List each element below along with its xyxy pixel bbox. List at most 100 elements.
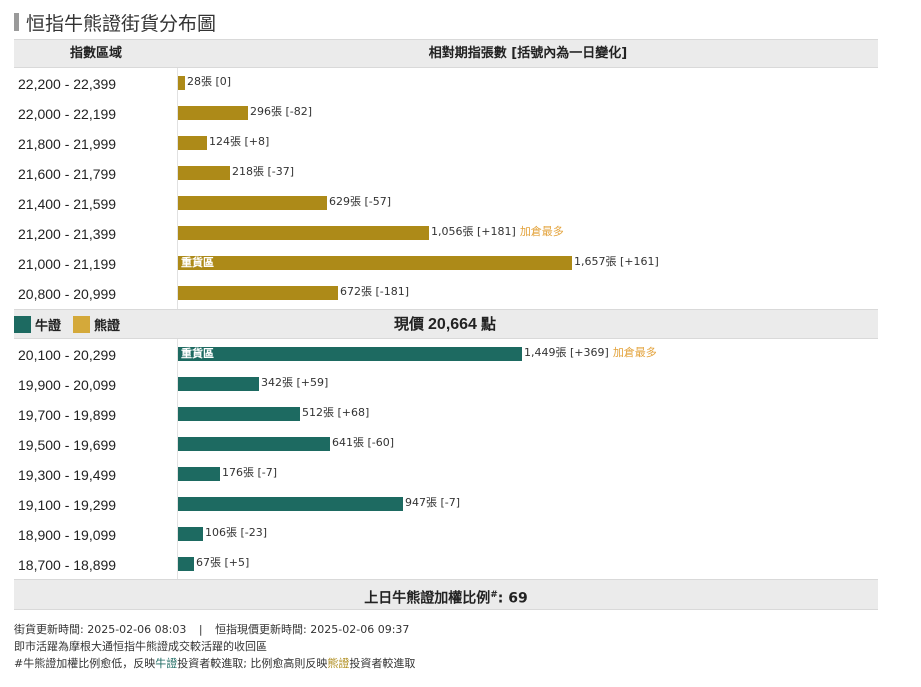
value-unit: 張 [555, 346, 567, 359]
value-change: -181 [379, 285, 405, 298]
heavy-zone-label: 重貨區 [181, 347, 214, 360]
bear-range-label: 22,200 - 22,399 [18, 76, 117, 92]
footer: 街貨更新時間: 2025-02-06 08:03 | 恒指現價更新時間: 202… [14, 621, 415, 672]
bull-value-label: 641張 [-60] [332, 436, 395, 449]
chart-title: 恒指牛熊證街貨分布圖 [14, 10, 216, 35]
bear-bar [178, 136, 207, 150]
legend-bear-label: 熊證 [94, 319, 121, 334]
bull-row: 18,900 - 19,099 106張 [-23] [14, 519, 878, 549]
bull-bar [178, 467, 220, 481]
bull-row: 19,100 - 19,299 947張 [-7] [14, 489, 878, 519]
value-change: 0 [219, 75, 227, 88]
bull-range-label: 18,900 - 19,099 [18, 527, 117, 543]
value-number: 342 [261, 376, 282, 389]
bear-range-label: 21,200 - 21,399 [18, 226, 117, 242]
separator: | [198, 623, 203, 636]
value-unit: 張 [230, 135, 241, 148]
note-active-zone: 即市活躍為摩根大通恒指牛熊證成交較活躍的收回區 [14, 640, 267, 653]
legend-bear-swatch [73, 316, 91, 333]
value-change: +5 [228, 556, 246, 569]
value-number: 176 [222, 466, 243, 479]
value-unit: 張 [243, 466, 254, 479]
bull-bar [178, 347, 522, 361]
value-number: 28 [187, 75, 201, 88]
heavy-zone-label: 重貨區 [181, 256, 214, 269]
bull-row: 19,900 - 20,099 342張 [+59] [14, 369, 878, 399]
bear-range-label: 21,000 - 21,199 [18, 256, 117, 272]
update-times: 街貨更新時間: 2025-02-06 08:03 | 恒指現價更新時間: 202… [14, 621, 415, 638]
note-ratio: #牛熊證加權比例愈低，反映牛證投資者較進取; 比例愈高則反映熊證投資者較進取 [14, 655, 415, 672]
price-value: 20,664 [428, 316, 477, 333]
bull-bar [178, 557, 194, 571]
most-added-note: 加倉最多 [519, 225, 564, 238]
value-change: +369 [574, 346, 605, 359]
value-change: +161 [624, 255, 655, 268]
ratio-mark: # [490, 590, 498, 600]
legend: 牛證 熊證 [14, 315, 120, 334]
note-ratio-bear: 熊證 [327, 657, 350, 670]
value-change: -7 [261, 466, 273, 479]
bull-value-label: 106張 [-23] [205, 526, 268, 539]
value-number: 296 [250, 105, 271, 118]
bull-row: 19,700 - 19,899 512張 [+68] [14, 399, 878, 429]
value-number: 1,056 [431, 225, 463, 238]
title-marker [14, 13, 19, 31]
bull-row: 18,700 - 18,899 67張 [+5] [14, 549, 878, 579]
bear-row: 21,000 - 21,199 重貨區 1,657張 [+161] [14, 248, 878, 278]
value-change: -57 [368, 195, 387, 208]
bear-row: 22,200 - 22,399 28張 [0] [14, 68, 878, 98]
value-unit: 張 [350, 195, 361, 208]
weighted-ratio: 上日牛熊證加權比例#: 69 [14, 579, 878, 610]
table-header: 指數區域 相對期指張數 [括號內為一日變化] [14, 39, 878, 68]
bear-bar [178, 106, 248, 120]
price-bar: 牛證 熊證 現價 20,664 點 [14, 309, 878, 339]
bull-range-label: 19,300 - 19,499 [18, 467, 117, 483]
bear-value-label: 1,657張 [+161] [574, 255, 659, 268]
ratio-value: 69 [508, 590, 528, 607]
bear-row: 21,400 - 21,599 629張 [-57] [14, 188, 878, 218]
value-unit: 張 [201, 75, 212, 88]
street-update-label: 街貨更新時間: [14, 623, 84, 636]
value-number: 629 [329, 195, 350, 208]
value-number: 67 [196, 556, 210, 569]
value-number: 1,657 [574, 255, 606, 268]
value-unit: 張 [253, 165, 264, 178]
value-number: 672 [340, 285, 361, 298]
bear-bar [178, 76, 185, 90]
bull-row: 19,300 - 19,499 176張 [-7] [14, 459, 878, 489]
bull-value-label: 947張 [-7] [405, 496, 461, 509]
note-ratio-a: #牛熊證加權比例愈低，反映 [14, 657, 156, 670]
bull-bar [178, 377, 259, 391]
most-added-note: 加倉最多 [612, 346, 657, 359]
value-number: 947 [405, 496, 426, 509]
value-change: +68 [341, 406, 366, 419]
bear-value-label: 672張 [-181] [340, 285, 410, 298]
bull-bar [178, 407, 300, 421]
bull-range-label: 19,100 - 19,299 [18, 497, 117, 513]
bull-value-label: 67張 [+5] [196, 556, 250, 569]
legend-bull-swatch [14, 316, 31, 333]
bull-range-label: 19,700 - 19,899 [18, 407, 117, 423]
value-number: 512 [302, 406, 323, 419]
note-ratio-c: 投資者較進取 [349, 657, 416, 670]
index-update-label: 恒指現價更新時間: [215, 623, 307, 636]
header-index-range: 指數區域 [69, 46, 122, 61]
price-label: 現價 [394, 315, 425, 333]
value-change: -23 [244, 526, 263, 539]
bear-row: 22,000 - 22,199 296張 [-82] [14, 98, 878, 128]
value-unit: 張 [282, 376, 293, 389]
value-change: -7 [444, 496, 456, 509]
value-unit: 張 [323, 406, 334, 419]
bull-bar [178, 437, 330, 451]
value-change: -60 [371, 436, 390, 449]
bear-range-label: 21,600 - 21,799 [18, 166, 117, 182]
bear-value-label: 218張 [-37] [232, 165, 295, 178]
bull-range-label: 18,700 - 18,899 [18, 557, 117, 573]
value-change: -82 [289, 105, 308, 118]
bear-row: 21,800 - 21,999 124張 [+8] [14, 128, 878, 158]
bear-bar [178, 256, 572, 270]
value-unit: 張 [353, 436, 364, 449]
bull-row: 19,500 - 19,699 641張 [-60] [14, 429, 878, 459]
bull-rows: 20,100 - 20,299 重貨區 1,449張 [+369] 加倉最多 19,90… [14, 339, 878, 579]
bear-value-label: 296張 [-82] [250, 105, 313, 118]
